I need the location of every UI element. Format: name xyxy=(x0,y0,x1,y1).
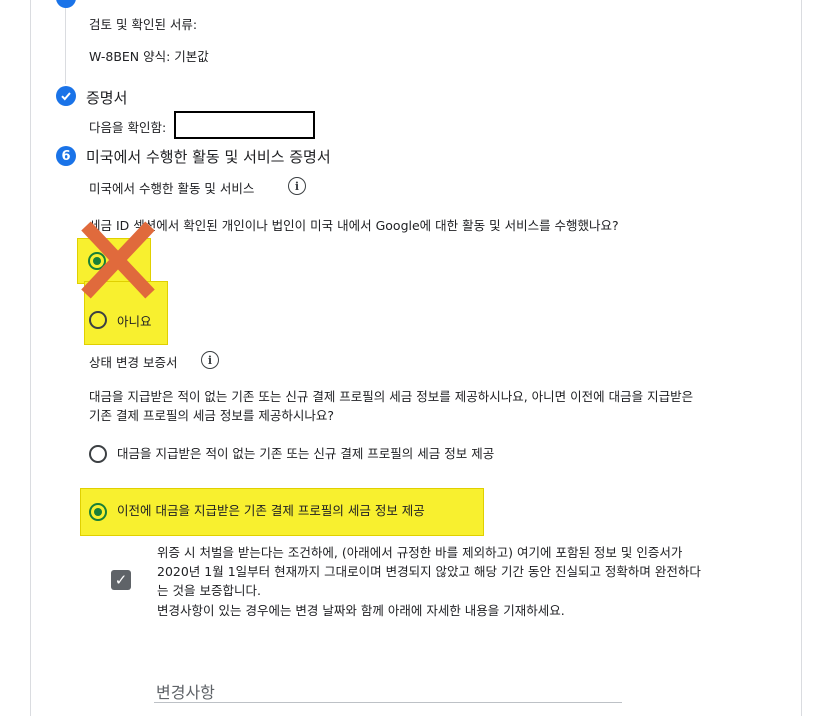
stepper-line xyxy=(65,0,66,84)
step-6-icon: 6 xyxy=(56,146,76,166)
radio-new-profile-label: 대금을 지급받은 적이 없는 기존 또는 신규 결제 프로필의 세금 정보 제공 xyxy=(117,446,495,461)
radio-no[interactable] xyxy=(89,311,107,329)
x-mark-icon xyxy=(81,221,155,299)
radio-new-profile[interactable] xyxy=(89,445,107,463)
status-question-line2: 기존 결제 프로필의 세금 정보를 제공하시나요? xyxy=(89,408,335,423)
certification-title: 증명서 xyxy=(86,89,128,107)
doc-review-heading: 검토 및 확인된 서류: xyxy=(89,17,198,32)
us-activities-subheading: 미국에서 수행한 활동 및 서비스 xyxy=(89,181,255,196)
radio-previous-profile-label: 이전에 대금을 지급받은 기존 결제 프로필의 세금 정보 제공 xyxy=(117,503,425,518)
check-circle-icon xyxy=(56,86,76,106)
form-value: W-8BEN 양식: 기본값 xyxy=(89,49,209,64)
us-activities-question: 세금 ID 섹션에서 확인된 개인이나 법인이 미국 내에서 Google에 대… xyxy=(89,218,619,233)
attestation-checkbox[interactable]: ✓ xyxy=(111,570,131,590)
attestation-line1: 위증 시 처벌을 받는다는 조건하에, (아래에서 규정한 바를 제외하고) 여… xyxy=(157,545,683,560)
attestation-line2: 2020년 1월 1일부터 현재까지 그대로이며 변경되지 않았고 해당 기간 … xyxy=(157,564,701,579)
info-icon[interactable]: i xyxy=(201,351,219,369)
radio-no-label: 아니요 xyxy=(117,314,152,329)
redacted-box xyxy=(174,111,315,139)
status-question-line1: 대금을 지급받은 적이 없는 기존 또는 신규 결제 프로필의 세금 정보를 제… xyxy=(89,389,694,404)
attestation-line4: 변경사항이 있는 경우에는 변경 날짜와 함께 아래에 자세한 내용을 기재하세… xyxy=(157,603,565,618)
info-icon[interactable]: i xyxy=(288,177,306,195)
status-change-heading: 상태 변경 보증서 xyxy=(89,355,178,370)
changes-field-input[interactable] xyxy=(154,702,622,703)
us-activities-title: 미국에서 수행한 활동 및 서비스 증명서 xyxy=(86,148,331,166)
confirm-label: 다음을 확인함: xyxy=(89,120,167,135)
attestation-line3: 는 것을 보증합니다. xyxy=(157,583,261,598)
changes-field-label: 변경사항 xyxy=(156,683,215,702)
radio-previous-profile[interactable] xyxy=(89,503,107,521)
